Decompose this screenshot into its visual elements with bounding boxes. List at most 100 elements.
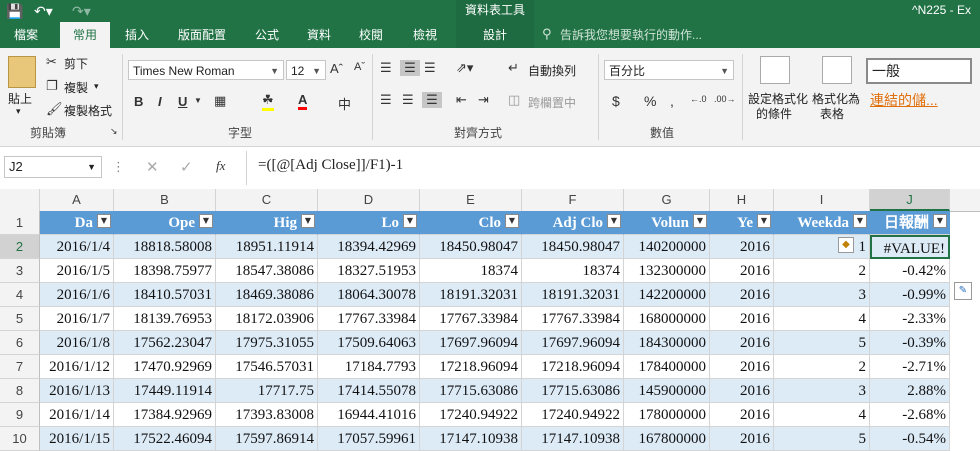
table-cell[interactable]: 140200000 bbox=[624, 235, 710, 259]
table-cell[interactable]: 2016 bbox=[710, 331, 774, 355]
copy-button[interactable]: 複製 bbox=[64, 79, 88, 96]
wrap-text-button[interactable]: 自動換列 bbox=[528, 62, 576, 79]
table-cell[interactable]: -2.71% bbox=[870, 355, 950, 379]
table-cell[interactable]: 17057.59961 bbox=[318, 427, 420, 451]
increase-decimal-icon[interactable]: ←.0 bbox=[690, 94, 707, 104]
table-cell[interactable]: 17393.83008 bbox=[216, 403, 318, 427]
format-painter-button[interactable]: 複製格式 bbox=[64, 102, 112, 119]
fill-color-icon[interactable]: ☘ bbox=[262, 92, 274, 111]
table-cell[interactable]: 2016 bbox=[710, 355, 774, 379]
filter-dropdown-icon[interactable]: ▼ bbox=[933, 214, 947, 228]
percent-button[interactable]: % bbox=[644, 93, 656, 109]
table-cell[interactable]: 17562.23047 bbox=[114, 331, 216, 355]
table-header-cell[interactable]: Weekda ▼ bbox=[774, 211, 870, 235]
table-cell[interactable]: 2016 bbox=[710, 283, 774, 307]
enter-icon[interactable]: ✓ bbox=[180, 158, 193, 176]
table-cell[interactable]: 18818.58008 bbox=[114, 235, 216, 259]
table-cell[interactable]: 2016 bbox=[710, 259, 774, 283]
italic-button[interactable]: I bbox=[158, 94, 162, 109]
column-header[interactable]: I bbox=[774, 189, 870, 211]
table-cell[interactable]: 18450.98047 bbox=[420, 235, 522, 259]
table-cell[interactable]: 17697.96094 bbox=[522, 331, 624, 355]
table-cell[interactable]: 1 bbox=[774, 235, 870, 259]
table-header-cell[interactable]: Adj Clo ▼ bbox=[522, 211, 624, 235]
table-cell[interactable]: 2016 bbox=[710, 307, 774, 331]
column-header[interactable]: G bbox=[624, 189, 710, 211]
font-color-icon[interactable]: A bbox=[298, 92, 308, 110]
bold-button[interactable]: B bbox=[134, 94, 143, 109]
table-cell[interactable]: 2016/1/12 bbox=[40, 355, 114, 379]
table-cell[interactable]: 18374 bbox=[522, 259, 624, 283]
format-painter-icon[interactable]: 🖌 bbox=[46, 101, 63, 117]
table-cell[interactable]: 17522.46094 bbox=[114, 427, 216, 451]
align-right-icon[interactable]: ☰ bbox=[422, 92, 442, 108]
table-cell[interactable]: 17218.96094 bbox=[420, 355, 522, 379]
align-top-icon[interactable]: ☰ bbox=[380, 60, 392, 76]
table-cell[interactable]: 3 bbox=[774, 283, 870, 307]
table-cell[interactable]: 17715.63086 bbox=[522, 379, 624, 403]
name-box[interactable]: J2 ▼ bbox=[4, 156, 102, 178]
table-cell[interactable]: 17767.33984 bbox=[318, 307, 420, 331]
filter-dropdown-icon[interactable]: ▼ bbox=[97, 214, 111, 228]
table-cell[interactable]: 17509.64063 bbox=[318, 331, 420, 355]
row-header[interactable]: 6 bbox=[0, 331, 40, 355]
shrink-font-icon[interactable]: Aˇ bbox=[354, 61, 365, 73]
align-left-icon[interactable]: ☰ bbox=[380, 92, 392, 108]
table-cell[interactable]: 17697.96094 bbox=[420, 331, 522, 355]
table-cell[interactable]: 2 bbox=[774, 355, 870, 379]
filter-dropdown-icon[interactable]: ▼ bbox=[505, 214, 519, 228]
table-cell[interactable]: 17715.63086 bbox=[420, 379, 522, 403]
merge-center-button[interactable]: 跨欄置中 bbox=[528, 94, 576, 111]
table-cell[interactable]: 168000000 bbox=[624, 307, 710, 331]
active-cell[interactable]: #VALUE! bbox=[870, 235, 950, 259]
table-cell[interactable]: 5 bbox=[774, 427, 870, 451]
table-header-cell[interactable]: 日報酬 ▼ bbox=[870, 211, 950, 235]
tell-me-box[interactable]: 告訴我您想要執行的動作... bbox=[560, 22, 702, 48]
column-header[interactable]: C bbox=[216, 189, 318, 211]
filter-dropdown-icon[interactable]: ▼ bbox=[853, 214, 867, 228]
tab-review[interactable]: 校閱 bbox=[348, 22, 394, 48]
copy-icon[interactable]: ❐ bbox=[46, 78, 58, 94]
table-cell[interactable]: 18951.11914 bbox=[216, 235, 318, 259]
align-center-icon[interactable]: ☰ bbox=[402, 92, 414, 108]
column-header[interactable]: B bbox=[114, 189, 216, 211]
table-cell[interactable]: 18327.51953 bbox=[318, 259, 420, 283]
borders-icon[interactable]: ▦ bbox=[214, 93, 226, 109]
table-cell[interactable]: 18172.03906 bbox=[216, 307, 318, 331]
table-cell[interactable]: 184300000 bbox=[624, 331, 710, 355]
undo-icon[interactable]: ↶▾ bbox=[34, 3, 53, 20]
table-cell[interactable]: -2.68% bbox=[870, 403, 950, 427]
table-cell[interactable]: 18547.38086 bbox=[216, 259, 318, 283]
filter-dropdown-icon[interactable]: ▼ bbox=[607, 214, 621, 228]
column-header[interactable]: H bbox=[710, 189, 774, 211]
table-cell[interactable]: 2016 bbox=[710, 403, 774, 427]
decrease-indent-icon[interactable]: ⇤ bbox=[456, 92, 467, 108]
table-cell[interactable]: 17767.33984 bbox=[522, 307, 624, 331]
tab-insert[interactable]: 插入 bbox=[114, 22, 160, 48]
table-cell[interactable]: 17240.94922 bbox=[420, 403, 522, 427]
row-header[interactable]: 7 bbox=[0, 355, 40, 379]
table-cell[interactable]: 17975.31055 bbox=[216, 331, 318, 355]
table-cell[interactable]: 17449.11914 bbox=[114, 379, 216, 403]
save-icon[interactable]: 💾 bbox=[6, 3, 23, 20]
row-header[interactable]: 8 bbox=[0, 379, 40, 403]
table-cell[interactable]: 4 bbox=[774, 307, 870, 331]
table-cell[interactable]: 2016/1/4 bbox=[40, 235, 114, 259]
filter-dropdown-icon[interactable]: ▼ bbox=[403, 214, 417, 228]
table-cell[interactable]: 2016/1/5 bbox=[40, 259, 114, 283]
paste-dropdown-icon[interactable]: ▾ bbox=[16, 106, 21, 117]
filter-dropdown-icon[interactable]: ▼ bbox=[693, 214, 707, 228]
tab-view[interactable]: 檢視 bbox=[402, 22, 448, 48]
row-header[interactable]: 2 bbox=[0, 235, 40, 259]
table-header-cell[interactable]: Hig ▼ bbox=[216, 211, 318, 235]
table-cell[interactable]: 17597.86914 bbox=[216, 427, 318, 451]
table-cell[interactable]: -0.54% bbox=[870, 427, 950, 451]
column-header[interactable]: F bbox=[522, 189, 624, 211]
table-cell[interactable]: 178000000 bbox=[624, 403, 710, 427]
cut-icon[interactable]: ✂ bbox=[46, 54, 57, 70]
table-cell[interactable]: -0.42% bbox=[870, 259, 950, 283]
table-cell[interactable]: -0.39% bbox=[870, 331, 950, 355]
column-header-selected[interactable]: J bbox=[870, 189, 950, 211]
tab-file[interactable]: 檔案 bbox=[0, 22, 52, 48]
orientation-icon[interactable]: ⇗▾ bbox=[456, 60, 473, 76]
